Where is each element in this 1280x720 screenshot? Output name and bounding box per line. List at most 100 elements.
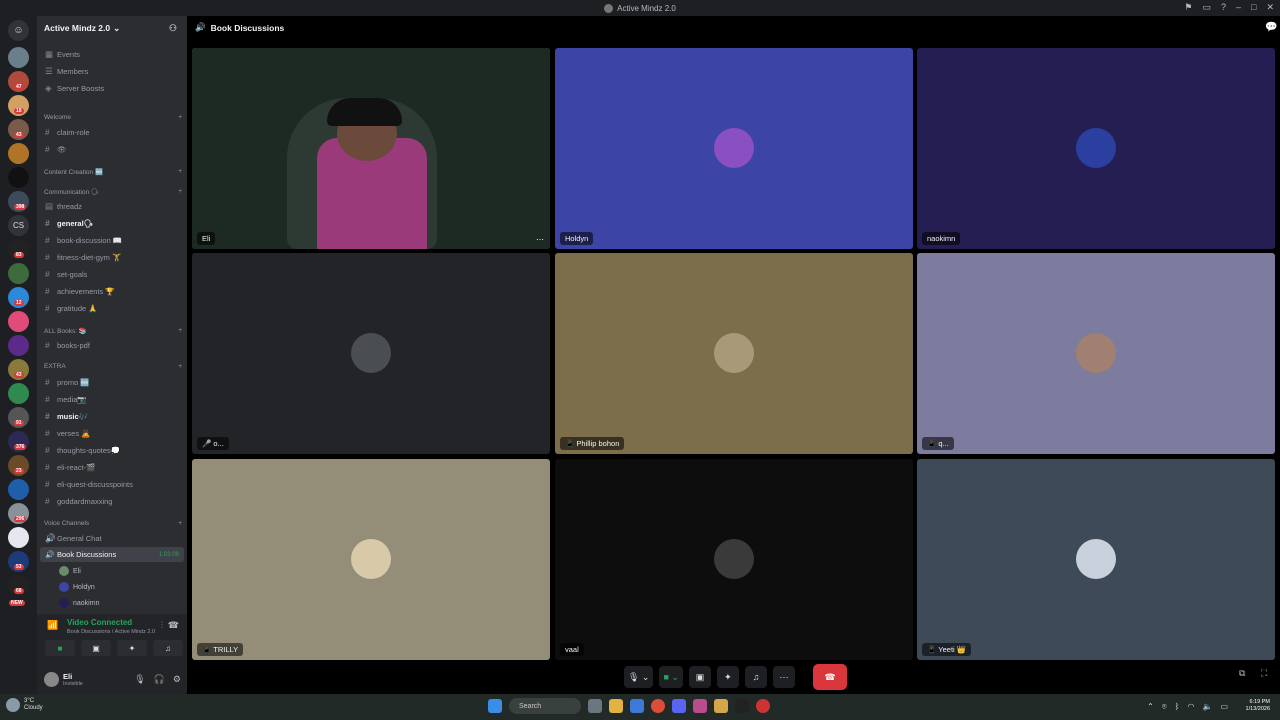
video-tile[interactable]: 📱 q... [917, 253, 1275, 454]
disconnect-icon[interactable]: ☎ [168, 620, 179, 631]
nav-events[interactable]: ▦ Events [45, 47, 183, 61]
file-explorer-icon[interactable] [609, 699, 623, 713]
add-channel-icon[interactable]: + [178, 188, 182, 196]
server-icon[interactable] [8, 479, 29, 500]
add-channel-icon[interactable]: + [178, 363, 182, 370]
video-tile[interactable]: 🎤 o... [192, 253, 550, 454]
nav-members[interactable]: ☰ Members [45, 64, 183, 78]
more-button[interactable]: ⋯ [772, 666, 795, 688]
search-box[interactable]: Search [509, 698, 581, 714]
monitor-icon[interactable]: ▭ [1202, 2, 1211, 13]
pop-out-icon[interactable]: ⧉ [1239, 668, 1245, 679]
channel-general[interactable]: # general🗣 [45, 216, 183, 230]
vc-user[interactable]: naokimn [59, 596, 99, 610]
server-icon[interactable] [8, 47, 29, 68]
soundboard-button[interactable]: ♫ [153, 640, 183, 656]
bluetooth-icon[interactable]: ᛒ [1175, 702, 1180, 712]
server-icon[interactable] [8, 311, 29, 332]
more-options-icon[interactable]: ⋯ [536, 235, 544, 244]
voice-channel-book-discussions[interactable]: 🔊 Book Discussions 1:03:09 [40, 547, 184, 562]
wifi-icon[interactable]: ◠ [1187, 702, 1194, 712]
channel-set-goals[interactable]: # set-goals [45, 267, 183, 281]
activities-button[interactable]: ✦ [716, 666, 739, 688]
chrome-icon[interactable] [651, 699, 665, 713]
channel-emoji[interactable]: # 👁 [45, 142, 183, 156]
activity-button[interactable]: ✦ [117, 640, 147, 656]
video-tile[interactable]: naokimn [917, 48, 1275, 249]
video-tile[interactable]: 📱 Phillip bohon [555, 253, 913, 454]
vc-user[interactable]: Eli [59, 564, 81, 578]
vc-user[interactable]: Holdyn [59, 580, 95, 594]
network-icon[interactable]: ⌾ [1162, 702, 1167, 712]
category-welcome[interactable]: Welcome + [44, 114, 182, 121]
start-icon[interactable] [488, 699, 502, 713]
maximize-icon[interactable]: □ [1251, 2, 1256, 13]
channel-thoughts-quotes[interactable]: # thoughts-quotes💭 [45, 443, 183, 457]
gear-icon[interactable]: ⚙ [173, 674, 181, 685]
channel-threadz[interactable]: ▤ threadz [45, 199, 183, 213]
discord-home-icon[interactable]: ☺ [8, 20, 29, 41]
channel-promo[interactable]: # promo 🆕 [45, 375, 183, 389]
add-channel-icon[interactable]: + [178, 168, 182, 176]
channel-music[interactable]: # music🎶 [45, 409, 183, 423]
channel-eli-react[interactable]: # eli-react-🎬 [45, 460, 183, 474]
channel-book-discussion[interactable]: # book-discussion 📖 [45, 233, 183, 247]
app-icon[interactable] [756, 699, 770, 713]
screen-share-button[interactable]: ▣ [688, 666, 711, 688]
avatar[interactable] [44, 672, 59, 687]
discord-app-icon[interactable] [672, 699, 686, 713]
battery-icon[interactable]: ▭ [1220, 702, 1228, 712]
category-voice-channels[interactable]: Voice Channels + [44, 520, 182, 527]
headphones-icon[interactable]: 🎧 [154, 674, 165, 685]
channel-achievements[interactable]: # achievements 🏆 [45, 284, 183, 298]
store-icon[interactable] [630, 699, 644, 713]
category-extra[interactable]: EXTRA + [44, 363, 182, 370]
server-icon[interactable] [8, 143, 29, 164]
add-channel-icon[interactable]: + [178, 327, 182, 335]
server-icon[interactable] [8, 167, 29, 188]
help-icon[interactable]: ? [1221, 2, 1226, 13]
camera-button[interactable]: ■ [45, 640, 75, 656]
channel-books-pdf[interactable]: # books-pdf [45, 338, 183, 352]
connection-status[interactable]: Video Connected [67, 618, 132, 627]
category-all-books[interactable]: ALL Books: 📚 + [44, 327, 182, 335]
channel-gratitude[interactable]: # gratitude 🙏 [45, 301, 183, 315]
add-channel-icon[interactable]: + [178, 114, 182, 121]
terminal-icon[interactable] [735, 699, 749, 713]
close-icon[interactable]: ✕ [1266, 2, 1274, 13]
task-view-icon[interactable] [588, 699, 602, 713]
soundboard-button[interactable]: ♫ [744, 666, 767, 688]
server-icon[interactable] [8, 527, 29, 548]
camera-toggle-button[interactable]: ■ ⌄ [659, 666, 683, 688]
server-icon[interactable] [8, 335, 29, 356]
channel-eli-quest[interactable]: # eli-quest-discusspoints [45, 477, 183, 491]
category-communication[interactable]: Communication 🗣 + [44, 188, 182, 196]
screen-share-button[interactable]: ▣ [81, 640, 111, 656]
minimize-icon[interactable]: – [1236, 2, 1241, 13]
nav-server-boosts[interactable]: ◈ Server Boosts [45, 81, 183, 95]
video-tile[interactable]: 📱 Yeeti 👑 [917, 459, 1275, 660]
category-content-creation[interactable]: Content Creation 🆕 + [44, 168, 182, 176]
guild-header[interactable]: Active Mindz 2.0 ⌄ ⚇ [37, 16, 187, 40]
server-icon[interactable]: CS [8, 215, 29, 236]
chevron-up-icon[interactable]: ⌃ [1147, 702, 1154, 712]
chat-icon[interactable]: 💬 [1265, 22, 1277, 33]
channel-claim-role[interactable]: # claim-role [45, 125, 183, 139]
server-icon[interactable] [8, 383, 29, 404]
video-tile[interactable]: Eli ⋯ [192, 48, 550, 249]
app-icon[interactable] [693, 699, 707, 713]
microphone-icon[interactable]: 🎙 [134, 674, 145, 685]
voice-channel-general-chat[interactable]: 🔊 General Chat [45, 531, 183, 545]
video-tile[interactable]: Holdyn [555, 48, 913, 249]
inbox-icon[interactable]: ⚑ [1184, 2, 1192, 13]
video-tile[interactable]: 📱 TRILLY [192, 459, 550, 660]
video-tile[interactable]: vaal [555, 459, 913, 660]
system-clock[interactable]: 6:19 PM 1/13/2026 [1246, 699, 1270, 713]
channel-media[interactable]: # media📷 [45, 392, 183, 406]
add-user-icon[interactable]: ⚇ [169, 23, 177, 34]
user-name[interactable]: Eli [63, 672, 72, 681]
channel-fitness[interactable]: # fitness-diet-gym 🏋 [45, 250, 183, 264]
volume-icon[interactable]: 🔈 [1202, 702, 1212, 712]
leave-call-button[interactable]: ☎ [812, 664, 847, 690]
channel-verses[interactable]: # verses 🙇 [45, 426, 183, 440]
